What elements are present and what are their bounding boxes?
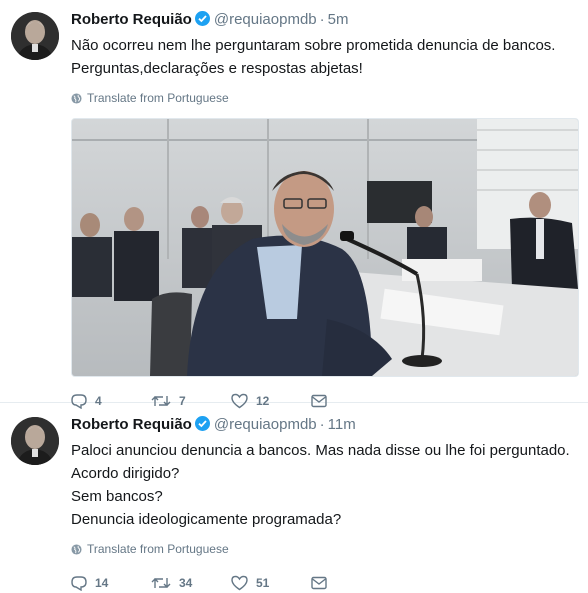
tweet[interactable]: Roberto Requião @requiaopmdb · 5m Não ocorr…	[0, 0, 588, 409]
author-name[interactable]: Roberto Requião	[71, 11, 192, 28]
tweet-header: Roberto Requião @requiaopmdb · 11m	[71, 415, 576, 435]
tweet-text-line: Não ocorreu nem lhe perguntaram sobre pr…	[71, 37, 556, 54]
tweet-text-line: Perguntas,declarações e respostas abjeta…	[71, 60, 363, 77]
direct-message-button[interactable]	[311, 576, 335, 590]
retweet-count: 34	[179, 576, 193, 590]
tweet-text: Paloci anunciou denuncia a bancos. Mas n…	[71, 439, 576, 531]
like-button[interactable]: 51	[231, 575, 311, 591]
globe-icon	[71, 543, 82, 555]
reply-icon	[71, 576, 87, 591]
tweet[interactable]: Roberto Requião @requiaopmdb · 11m Paloci a…	[0, 403, 588, 591]
tweet-text-line: Denuncia ideologicamente programada?	[71, 511, 342, 528]
globe-icon	[71, 92, 82, 104]
like-count: 51	[256, 576, 270, 590]
tweet-text-line: Acordo dirigido?	[71, 465, 180, 482]
translate-label: Translate from Portuguese	[87, 91, 229, 105]
separator-dot: ·	[319, 416, 325, 433]
verified-badge-icon	[194, 416, 210, 431]
separator-dot: ·	[319, 11, 325, 28]
tweet-photo[interactable]	[71, 118, 579, 377]
avatar[interactable]	[11, 12, 59, 60]
tweet-text-line: Paloci anunciou denuncia a bancos. Mas n…	[71, 442, 570, 459]
translate-link[interactable]: Translate from Portuguese	[71, 541, 576, 557]
timestamp[interactable]: 11m	[328, 416, 356, 433]
retweet-icon	[151, 578, 171, 588]
tweet-actions: 14 34 51	[71, 573, 576, 593]
verified-badge-icon	[194, 11, 210, 26]
reply-button[interactable]: 14	[71, 575, 151, 591]
translate-label: Translate from Portuguese	[87, 542, 229, 556]
timestamp[interactable]: 5m	[328, 11, 349, 28]
translate-link[interactable]: Translate from Portuguese	[71, 90, 576, 106]
author-handle[interactable]: @requiaopmdb	[214, 11, 317, 28]
retweet-button[interactable]: 34	[151, 575, 231, 591]
tweet-header: Roberto Requião @requiaopmdb · 5m	[71, 10, 576, 30]
reply-count: 14	[95, 576, 109, 590]
tweet-text-line: Sem bancos?	[71, 488, 163, 505]
author-handle[interactable]: @requiaopmdb	[214, 416, 317, 433]
tweet-text: Não ocorreu nem lhe perguntaram sobre pr…	[71, 34, 576, 80]
avatar[interactable]	[11, 417, 59, 465]
heart-icon	[231, 575, 248, 591]
photo-image	[72, 119, 578, 376]
envelope-icon	[311, 576, 327, 590]
author-name[interactable]: Roberto Requião	[71, 416, 192, 433]
